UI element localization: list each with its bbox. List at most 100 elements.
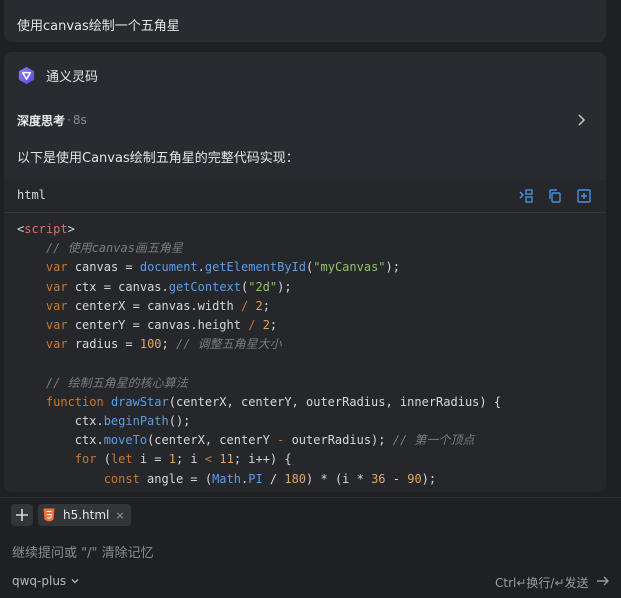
new-file-icon[interactable] [576,188,592,204]
composer: h5.html × 继续提问或 "/" 清除记忆 qwq-plus Ctrl↵换… [0,497,621,598]
code-line: <script> [17,220,501,239]
code-token: / [262,471,285,486]
code-token: centerX = canvas.width [67,298,241,313]
code-token: drawStar [110,394,169,409]
user-message-bubble: 使用canvas绘制一个五角星 [4,0,606,42]
code-token: centerY = canvas.height [67,318,249,333]
assistant-answer-card: 通义灵码 深度思考 · 8s 以下是使用Canvas绘制五角星的完整代码实现： … [4,52,606,492]
code-token: ctx = canvas. [67,279,169,294]
plus-icon [16,509,28,521]
code-token: document [139,260,198,275]
code-token: ); [385,260,400,275]
deep-thinking-separator: · [67,113,71,127]
code-token: ( [96,452,111,467]
code-token: beginPath [103,414,169,429]
code-token: PI [248,471,263,486]
html5-file-icon [43,508,55,522]
code-toolbar [518,188,592,204]
code-token: let [110,452,133,467]
code-token: const [103,471,140,486]
code-block-header: html [4,180,606,213]
code-token: ; [269,318,278,333]
code-token: (); [168,414,191,429]
code-token: radius = [67,337,140,352]
answer-intro-text: 以下是使用Canvas绘制五角星的完整代码实现： [17,151,299,166]
code-token: 2 [262,318,270,333]
deep-thinking-toggle[interactable]: 深度思考 · 8s [17,111,590,129]
code-token: i = [132,452,169,467]
attached-file-name: h5.html [63,508,110,522]
add-context-button[interactable] [11,504,33,526]
code-token: var [45,260,68,275]
code-line: var canvas = document.getElementById("my… [17,258,501,277]
send-arrow-icon[interactable] [596,574,610,588]
code-token: angle = ( [139,471,213,486]
user-message-text: 使用canvas绘制一个五角星 [17,19,180,34]
code-language-label: html [17,188,46,202]
code-block: html <script> // 使用canvas画五角星 var canvas [4,180,606,492]
code-token: ); [277,279,292,294]
code-token: script [24,222,68,236]
code-line: var centerX = canvas.width / 2; [17,297,501,316]
code-token: for [74,452,97,467]
chat-input[interactable]: 继续提问或 "/" 清除记忆 [12,542,154,561]
code-token: ctx. [17,414,104,429]
code-token: var [45,279,68,294]
code-token: canvas = [67,260,140,275]
code-token: getElementById [204,260,307,275]
code-line: // 使用canvas画五角星 [17,239,501,258]
remove-file-button[interactable]: × [115,509,124,522]
code-token: 36 [371,471,386,486]
code-token: 180 [284,471,307,486]
code-line: // 绘制五角星的核心算法 [17,374,501,393]
code-token: ; [262,298,270,313]
code-line: const angle = (Math.PI / 180) * (i * 36 … [17,470,501,489]
code-token: 11 [219,452,234,467]
code-token: 2 [255,298,263,313]
code-token: var [45,337,68,352]
code-token: function [45,394,104,409]
code-token: // 第一个顶点 [392,433,475,448]
code-line: var radius = 100; // 调整五角星大小 [17,335,501,354]
code-token: > [67,222,75,236]
code-token: ) * (i * [306,471,372,486]
code-line: ctx.beginPath(); [17,412,501,431]
code-token: ); [421,471,437,486]
code-line: ctx.moveTo(centerX, centerY - outerRadiu… [17,431,501,450]
model-name: qwq-plus [12,574,67,588]
chevron-down-icon [71,579,79,584]
code-token: ; [161,337,176,352]
code-token: . [197,260,205,275]
insert-code-icon[interactable] [518,188,534,204]
attached-file-chip[interactable]: h5.html × [38,504,131,526]
copy-icon[interactable] [547,188,563,204]
code-token: var [45,318,68,333]
code-line: var ctx = canvas.getContext("2d"); [17,278,501,297]
chevron-right-icon[interactable] [572,111,590,129]
code-token: 100 [139,337,162,352]
code-token: - [385,471,408,486]
code-token: Math [212,471,241,486]
code-token: (centerX, centerY, outerRadius, innerRad… [168,394,502,409]
assistant-name: 通义灵码 [46,69,99,85]
code-line: for (let i = 1; i < 11; i++) { [17,450,501,469]
code-token: ctx. [17,433,104,448]
code-token: // 绘制五角星的核心算法 [45,375,188,390]
code-line: var centerY = canvas.height / 2; [17,316,501,335]
assistant-header: 通义灵码 [17,65,98,85]
code-token: moveTo [103,433,148,448]
code-token: (centerX, centerY [147,433,278,448]
model-selector[interactable]: qwq-plus [12,574,80,588]
